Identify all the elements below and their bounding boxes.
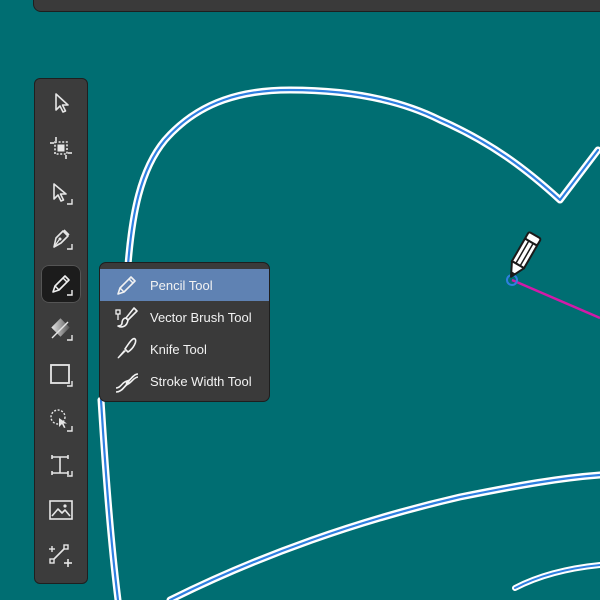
flyout-item-label: Stroke Width Tool: [150, 373, 252, 389]
pen-tool[interactable]: [41, 219, 81, 257]
rectangle-icon: [50, 364, 73, 387]
pencil-tool-flyout: Pencil Tool Vector Brush Tool Knife Tool: [99, 262, 270, 402]
pencil-tool[interactable]: [41, 265, 81, 303]
pen-nib-icon: [53, 229, 73, 250]
free-transform-tool[interactable]: [41, 536, 81, 574]
flyout-item-stroke-width-tool[interactable]: Stroke Width Tool: [100, 365, 269, 397]
stroke-width-icon: [112, 366, 142, 396]
rectangle-tool[interactable]: [41, 356, 81, 394]
flyout-item-label: Vector Brush Tool: [150, 309, 252, 325]
direct-selection-tool[interactable]: [41, 174, 81, 212]
type-frame-icon: [51, 455, 73, 477]
flyout-item-vector-brush-tool[interactable]: Vector Brush Tool: [100, 301, 269, 333]
place-image-tool[interactable]: [41, 491, 81, 529]
shape-builder-tool[interactable]: [41, 401, 81, 439]
artboard-canvas[interactable]: [0, 0, 600, 600]
flyout-item-label: Pencil Tool: [150, 277, 213, 293]
hollow-arrow-icon: [53, 183, 73, 205]
arrow-icon: [55, 93, 69, 113]
image-icon: [49, 500, 73, 520]
flyout-item-knife-tool[interactable]: Knife Tool: [100, 333, 269, 365]
artboard-icon: [50, 137, 72, 159]
flyout-item-pencil-tool[interactable]: Pencil Tool: [100, 269, 269, 301]
pencil-cursor-icon: [510, 231, 542, 278]
transform-icon: [49, 544, 72, 567]
control-bar: [33, 0, 600, 12]
artboard-tool[interactable]: [41, 129, 81, 167]
knife-icon: [112, 334, 142, 364]
vector-brush-icon: [112, 302, 142, 332]
flyout-item-label: Knife Tool: [150, 341, 207, 357]
pencil-icon: [112, 270, 142, 300]
pencil-icon: [52, 275, 73, 296]
shape-builder-icon: [50, 409, 73, 432]
selection-tool[interactable]: [41, 84, 81, 122]
tools-panel: [34, 78, 88, 584]
gradient-icon: [51, 318, 73, 341]
guide-segment: [511, 278, 600, 320]
type-tool[interactable]: [41, 446, 81, 484]
gradient-tool[interactable]: [41, 310, 81, 348]
